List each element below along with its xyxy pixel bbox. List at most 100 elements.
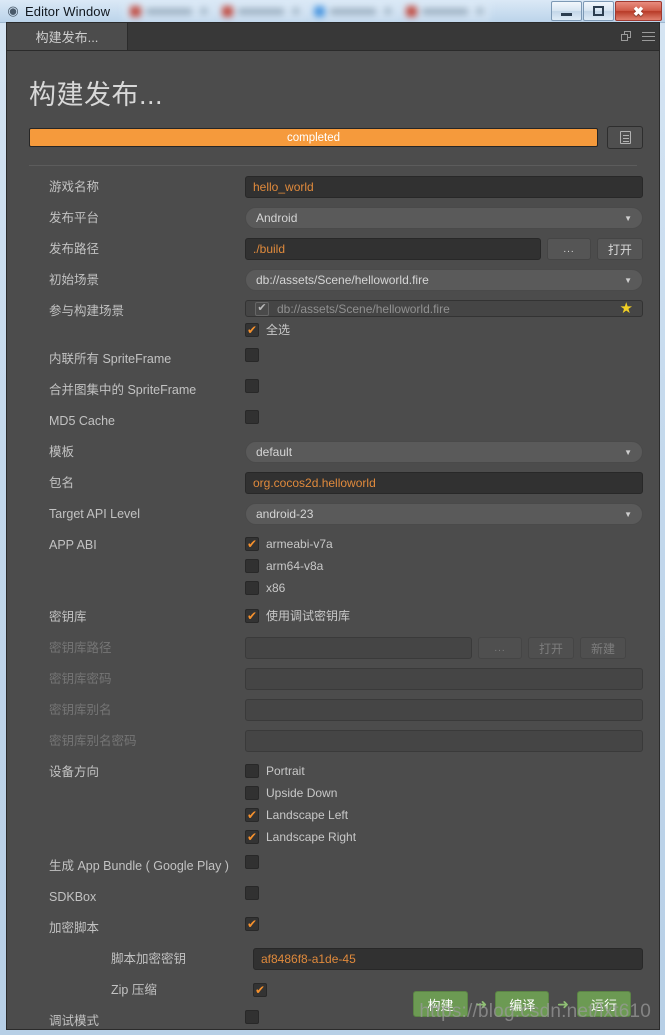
tab-title-blurred — [330, 7, 377, 15]
row-package-name: 包名 org.cocos2d.helloworld — [23, 472, 643, 494]
template-value: default — [256, 445, 293, 459]
merge-atlas-spriteframe-checkbox[interactable] — [245, 379, 259, 393]
orientation-portrait-checkbox[interactable] — [245, 763, 259, 778]
select-all-row[interactable]: 全选 — [245, 320, 643, 339]
orientation-landscape-left-label: Landscape Left — [266, 807, 349, 822]
row-orientation: 设备方向 Portrait Upside Down Landscape Left — [23, 761, 643, 846]
os-window: ◉ Editor Window ✖ 构建发布... 构建发布... comple… — [0, 0, 665, 1035]
encrypt-key-input[interactable]: af8486f8-a1de-45 — [253, 948, 643, 970]
label-included-scenes: 参与构建场景 — [49, 304, 125, 318]
tab-label: 构建发布... — [35, 30, 99, 45]
scene-item-checkbox[interactable] — [255, 301, 269, 316]
row-keystore-alias: 密钥库别名 — [23, 699, 643, 721]
app-abi-x86-checkbox[interactable] — [245, 580, 259, 595]
compile-button[interactable]: 编译 — [495, 991, 550, 1017]
favicon-icon — [130, 5, 142, 17]
orientation-upside-down-label: Upside Down — [266, 785, 338, 800]
app-abi-option[interactable]: x86 — [245, 578, 643, 597]
template-select[interactable]: default ▼ — [245, 441, 643, 463]
open-log-button[interactable] — [607, 126, 643, 149]
document-icon — [619, 131, 631, 144]
keystore-path-input[interactable] — [245, 637, 472, 659]
app-abi-option[interactable]: armeabi-v7a — [245, 534, 643, 553]
background-tab — [308, 1, 399, 21]
label-encrypt-key: 脚本加密密钥 — [111, 952, 187, 966]
md5-cache-checkbox[interactable] — [245, 410, 259, 424]
orientation-upside-down-checkbox[interactable] — [245, 785, 259, 800]
chevron-down-icon: ▼ — [624, 447, 632, 457]
label-game-name: 游戏名称 — [49, 180, 100, 194]
app-bundle-checkbox[interactable] — [245, 855, 259, 869]
row-keystore-path: 密钥库路径 ... 打开 新建 — [23, 637, 643, 659]
background-tab — [124, 1, 215, 21]
orientation-option[interactable]: Landscape Right — [245, 827, 643, 846]
hamburger-menu-icon — [641, 29, 655, 43]
keystore-alias-password-input[interactable] — [245, 730, 643, 752]
app-abi-option[interactable]: arm64-v8a — [245, 556, 643, 575]
label-keystore-alias-password: 密钥库别名密码 — [49, 734, 137, 748]
label-keystore-alias: 密钥库别名 — [49, 703, 112, 717]
label-sdkbox: SDKBox — [49, 890, 97, 904]
minimize-button[interactable] — [551, 1, 582, 21]
build-path-open-button[interactable]: 打开 — [596, 238, 643, 260]
start-scene-value: db://assets/Scene/helloworld.fire — [256, 273, 429, 287]
background-browser-tabs — [124, 1, 491, 21]
background-tab — [216, 1, 307, 21]
popout-button[interactable] — [615, 23, 637, 50]
panel-menu-button[interactable] — [637, 23, 659, 50]
target-api-level-select[interactable]: android-23 ▼ — [245, 503, 643, 525]
chevron-down-icon: ▼ — [624, 213, 632, 223]
label-md5-cache: MD5 Cache — [49, 414, 115, 428]
keystore-alias-input[interactable] — [245, 699, 643, 721]
favicon-icon — [406, 5, 418, 17]
platform-select[interactable]: Android ▼ — [245, 207, 643, 229]
orientation-landscape-right-checkbox[interactable] — [245, 829, 259, 844]
progress-status-label: completed — [286, 131, 341, 144]
app-abi-arm64-v8a-checkbox[interactable] — [245, 558, 259, 573]
orientation-landscape-left-checkbox[interactable] — [245, 807, 259, 822]
close-icon: ✖ — [633, 3, 644, 19]
keystore-path-open-button[interactable]: 打开 — [528, 637, 575, 659]
orientation-option[interactable]: Upside Down — [245, 783, 643, 802]
scene-list: db://assets/Scene/helloworld.fire ★ — [245, 300, 643, 317]
star-icon: ★ — [619, 300, 633, 317]
game-name-input[interactable]: hello_world — [245, 176, 643, 198]
orientation-portrait-label: Portrait — [266, 763, 305, 778]
label-orientation: 设备方向 — [49, 765, 100, 779]
app-abi-armeabi-v7a-checkbox[interactable] — [245, 536, 259, 551]
start-scene-select[interactable]: db://assets/Scene/helloworld.fire ▼ — [245, 269, 643, 291]
app-abi-arm64-v8a-label: arm64-v8a — [266, 558, 324, 573]
orientation-option[interactable]: Landscape Left — [245, 805, 643, 824]
orientation-option[interactable]: Portrait — [245, 761, 643, 780]
window-controls: ✖ — [551, 1, 662, 21]
package-name-input[interactable]: org.cocos2d.helloworld — [245, 472, 643, 494]
label-start-scene: 初始场景 — [49, 273, 100, 287]
build-path-input[interactable]: ./build — [245, 238, 541, 260]
tab-build-publish[interactable]: 构建发布... — [7, 23, 128, 50]
page-title: 构建发布... — [29, 80, 164, 110]
build-button[interactable]: 构建 — [413, 991, 468, 1017]
inline-spriteframe-checkbox[interactable] — [245, 348, 259, 362]
row-sdkbox: SDKBox — [23, 886, 643, 908]
keystore-password-input[interactable] — [245, 668, 643, 690]
row-keystore: 密钥库 使用调试密钥库 — [23, 606, 643, 628]
use-debug-keystore-checkbox[interactable] — [245, 608, 259, 623]
keystore-path-browse-button[interactable]: ... — [478, 637, 522, 659]
row-template: 模板 default ▼ — [23, 441, 643, 463]
app-abi-x86-label: x86 — [266, 580, 286, 595]
row-inline-spriteframe: 内联所有 SpriteFrame — [23, 348, 643, 370]
close-icon — [200, 7, 209, 15]
maximize-button[interactable] — [583, 1, 614, 21]
platform-value: Android — [256, 211, 298, 225]
sdkbox-checkbox[interactable] — [245, 886, 259, 900]
use-debug-keystore-label: 使用调试密钥库 — [266, 609, 351, 623]
keystore-path-create-button[interactable]: 新建 — [580, 637, 627, 659]
encrypt-script-checkbox[interactable] — [245, 917, 259, 931]
build-path-browse-button[interactable]: ... — [546, 238, 591, 260]
close-button[interactable]: ✖ — [615, 1, 662, 21]
editor-panel: 构建发布... 构建发布... completed 游戏名称 hello_wor… — [6, 22, 660, 1030]
select-all-checkbox[interactable] — [245, 322, 259, 337]
row-app-bundle: 生成 App Bundle ( Google Play ) — [23, 855, 643, 877]
use-debug-keystore-row[interactable]: 使用调试密钥库 — [245, 606, 350, 625]
run-button[interactable]: 运行 — [576, 991, 631, 1017]
